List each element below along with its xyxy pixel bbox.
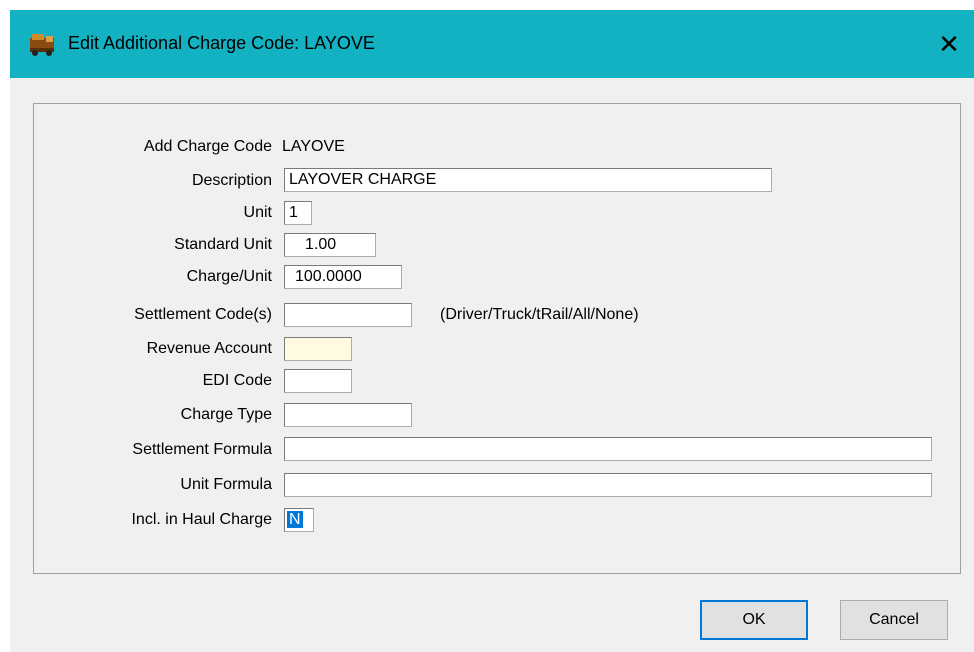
close-button[interactable]: ✕ — [924, 10, 974, 78]
add-charge-code-value: LAYOVE — [282, 138, 345, 155]
charge-type-label: Charge Type — [180, 406, 272, 423]
window-title: Edit Additional Charge Code: LAYOVE — [68, 33, 375, 53]
revenue-account-label: Revenue Account — [146, 340, 272, 357]
truck-app-icon — [30, 34, 54, 56]
settlement-codes-label: Settlement Code(s) — [134, 306, 272, 323]
incl-haul-charge-selected-text: N — [287, 511, 303, 528]
charge-type-field[interactable] — [284, 403, 412, 427]
unit-field[interactable]: 1 — [284, 201, 312, 225]
incl-haul-charge-label: Incl. in Haul Charge — [131, 511, 272, 528]
settlement-codes-hint: (Driver/Truck/tRail/All/None) — [440, 306, 639, 323]
incl-haul-charge-field[interactable]: N — [284, 508, 314, 532]
settlement-codes-field[interactable] — [284, 303, 412, 327]
standard-unit-field[interactable]: 1.00 — [284, 233, 376, 257]
standard-unit-label: Standard Unit — [174, 236, 272, 253]
revenue-account-field[interactable] — [284, 337, 352, 361]
charge-unit-label: Charge/Unit — [186, 268, 272, 285]
ok-button[interactable]: OK — [700, 600, 808, 640]
close-icon: ✕ — [938, 28, 960, 59]
edi-code-label: EDI Code — [202, 372, 272, 389]
unit-formula-label: Unit Formula — [180, 476, 272, 493]
settlement-formula-field[interactable] — [284, 437, 932, 461]
charge-unit-field[interactable]: 100.0000 — [284, 265, 402, 289]
add-charge-code-label: Add Charge Code — [143, 138, 272, 155]
description-label: Description — [191, 172, 272, 189]
unit-formula-field[interactable] — [284, 473, 932, 497]
settlement-formula-label: Settlement Formula — [132, 441, 272, 458]
description-field[interactable]: LAYOVER CHARGE — [284, 168, 772, 192]
cancel-button[interactable]: Cancel — [840, 600, 948, 640]
dialog-window: Edit Additional Charge Code: LAYOVE ✕ Ad… — [10, 10, 974, 652]
unit-label: Unit — [243, 204, 272, 221]
title-bar[interactable]: Edit Additional Charge Code: LAYOVE ✕ — [10, 10, 974, 78]
edi-code-field[interactable] — [284, 369, 352, 393]
